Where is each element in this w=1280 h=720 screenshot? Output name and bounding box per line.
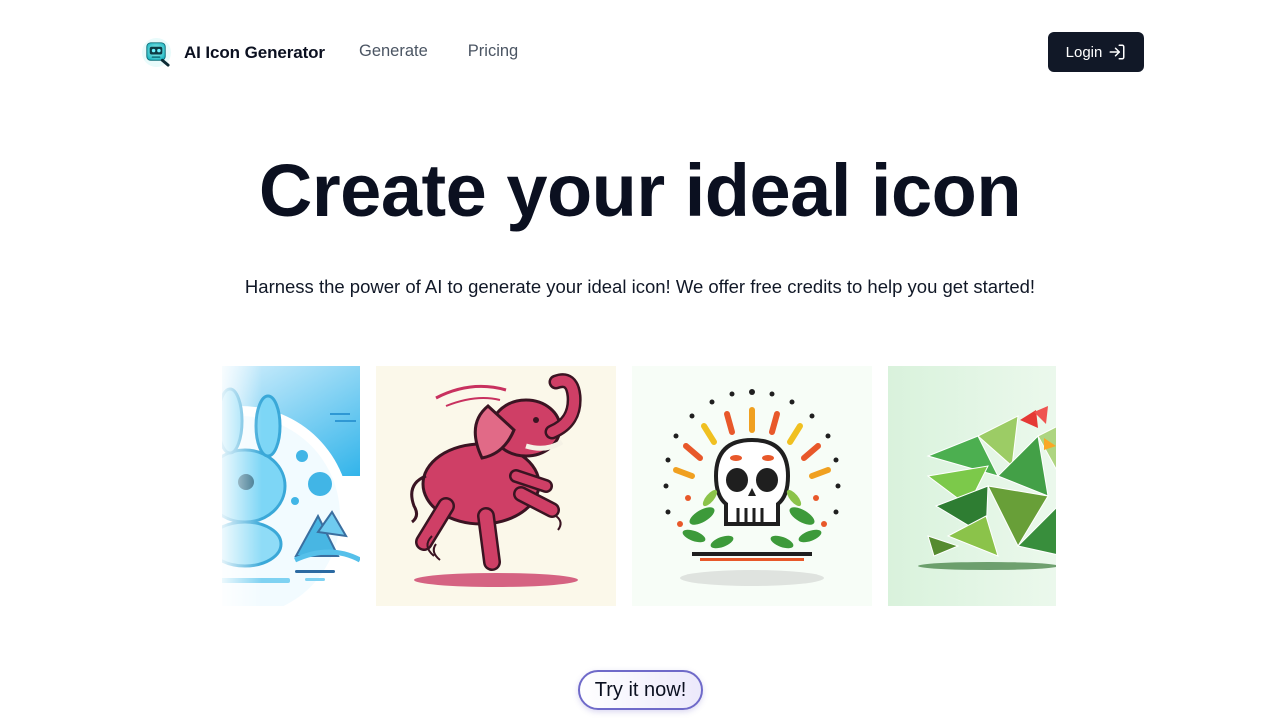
main-nav: Generate Pricing	[359, 42, 518, 61]
login-label: Login	[1065, 43, 1103, 61]
sign-in-arrow-icon	[1109, 44, 1125, 60]
geometric-rooster-illustration	[888, 366, 1056, 606]
pink-elephant-illustration	[376, 366, 616, 606]
site-header: AI Icon Generator Generate Pricing Login	[0, 0, 1280, 104]
hero-title: Create your ideal icon	[258, 149, 1022, 232]
nav-generate-link[interactable]: Generate	[359, 42, 428, 61]
gallery-tile-elephant	[376, 366, 616, 606]
blue-bunny-illustration	[222, 366, 360, 606]
login-button[interactable]: Login	[1048, 32, 1144, 72]
nav-pricing-link[interactable]: Pricing	[468, 42, 518, 61]
icon-gallery	[222, 366, 1056, 606]
brand-name: AI Icon Generator	[184, 42, 325, 62]
try-it-now-button[interactable]: Try it now!	[578, 670, 703, 710]
gallery-tile-bunny	[222, 366, 360, 606]
gallery-tile-skull	[632, 366, 872, 606]
hero-subtitle: Harness the power of AI to generate your…	[244, 276, 1036, 297]
floral-skull-illustration	[632, 366, 872, 606]
robot-logo-icon	[141, 37, 172, 68]
gallery-tile-rooster	[888, 366, 1056, 606]
brand-home-link[interactable]: AI Icon Generator	[141, 37, 325, 68]
